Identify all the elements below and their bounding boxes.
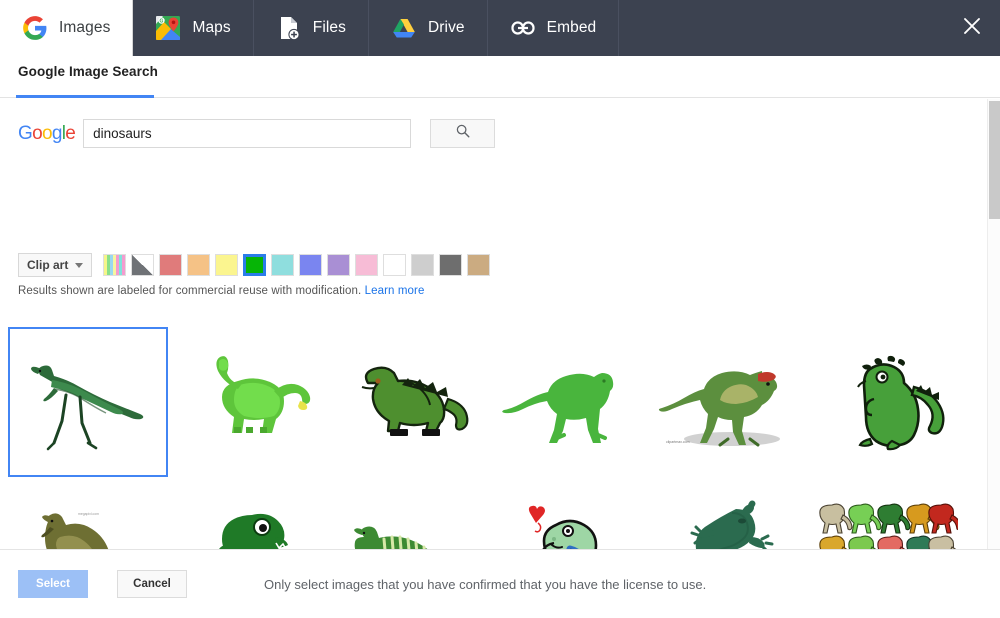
result-thumbnail-6[interactable] (808, 327, 968, 477)
dialog-footer: Select Cancel Only select images that yo… (0, 549, 1000, 618)
tab-embed[interactable]: Embed (488, 0, 620, 56)
swatch-purple[interactable] (327, 254, 351, 276)
swatch-green[interactable] (243, 254, 267, 276)
google-maps-icon: G (155, 15, 181, 41)
google-g-icon (22, 15, 48, 41)
logo-letter-g1: G (18, 123, 33, 144)
close-icon (960, 14, 984, 43)
svg-text:clipartmax.com: clipartmax.com (666, 440, 690, 444)
close-button[interactable] (944, 0, 1000, 56)
tab-files[interactable]: Files (254, 0, 369, 56)
result-thumbnail-8[interactable] (168, 477, 328, 549)
result-thumbnail-9[interactable] (328, 477, 488, 549)
tab-maps[interactable]: G Maps (133, 0, 254, 56)
image-type-label: Clip art (27, 258, 69, 272)
swatch-white[interactable] (383, 254, 407, 276)
result-thumbnail-5[interactable]: clipartmax.com (648, 327, 808, 477)
tab-embed-label: Embed (546, 19, 597, 36)
result-thumbnail-2[interactable] (168, 327, 328, 477)
swatch-yellow[interactable] (215, 254, 239, 276)
link-icon (510, 15, 536, 41)
tab-drive-label: Drive (427, 19, 465, 36)
results-scrollbar-thumb[interactable] (989, 101, 1000, 219)
color-swatch-group (103, 254, 491, 276)
result-thumbnail-10[interactable] (488, 477, 648, 549)
search-button[interactable] (430, 119, 496, 148)
google-wordmark-logo: Google (18, 123, 76, 144)
chevron-down-icon (75, 262, 84, 268)
logo-letter-o2: o (41, 123, 53, 144)
source-tab-bar: Images G Maps Files Drive Embed (0, 0, 1000, 56)
license-notice-text: Results shown are labeled for commercial… (18, 285, 362, 297)
swatch-black-and-white[interactable] (131, 254, 155, 276)
page-title: Google Image Search (18, 64, 158, 79)
tab-drive[interactable]: Drive (369, 0, 488, 56)
tab-images[interactable]: Images (0, 0, 134, 56)
search-icon (455, 123, 471, 144)
file-add-icon (276, 15, 302, 41)
swatch-dark-gray[interactable] (439, 254, 463, 276)
select-button[interactable]: Select (18, 570, 88, 598)
learn-more-link[interactable]: Learn more (365, 285, 425, 297)
cancel-button[interactable]: Cancel (117, 570, 187, 598)
svg-text:megapixl.com: megapixl.com (78, 512, 99, 516)
license-footer-note: Only select images that you have confirm… (264, 576, 707, 592)
search-results-panel: Google Clip art (0, 99, 1000, 549)
tab-maps-label: Maps (192, 19, 231, 36)
result-thumbnail-1[interactable] (8, 327, 168, 477)
result-thumbnail-12[interactable] (808, 477, 968, 549)
svg-text:G: G (160, 19, 164, 25)
swatch-teal[interactable] (271, 254, 295, 276)
result-thumbnail-4[interactable] (488, 327, 648, 477)
swatch-blue[interactable] (299, 254, 323, 276)
result-thumbnail-7[interactable]: megapixl.com (8, 477, 168, 549)
logo-letter-e: e (65, 123, 76, 144)
swatch-brown[interactable] (467, 254, 491, 276)
result-thumbnail-11[interactable] (648, 477, 808, 549)
license-notice: Results shown are labeled for commercial… (18, 285, 424, 297)
image-results-grid: clipartmax.com megapixl.com (8, 327, 968, 549)
swatch-gray[interactable] (411, 254, 435, 276)
image-type-dropdown[interactable]: Clip art (18, 253, 93, 277)
swatch-any-color[interactable] (103, 254, 127, 276)
results-scrollbar-track[interactable] (987, 99, 1000, 549)
tab-images-label: Images (59, 19, 111, 36)
tab-files-label: Files (312, 19, 346, 36)
logo-letter-o1: o (32, 123, 43, 144)
search-input[interactable] (83, 119, 412, 148)
sub-header: Google Image Search (0, 56, 1000, 98)
result-thumbnail-3[interactable] (328, 327, 488, 477)
active-tab-underline (16, 95, 154, 98)
swatch-pink[interactable] (355, 254, 379, 276)
swatch-red[interactable] (159, 254, 183, 276)
logo-letter-g2: g (51, 123, 63, 144)
image-picker-dialog: Images G Maps Files Drive Embed Google I… (0, 0, 1000, 618)
filter-row: Clip art (18, 253, 491, 277)
search-row: Google (18, 119, 496, 148)
google-drive-icon (391, 15, 417, 41)
swatch-orange[interactable] (187, 254, 211, 276)
